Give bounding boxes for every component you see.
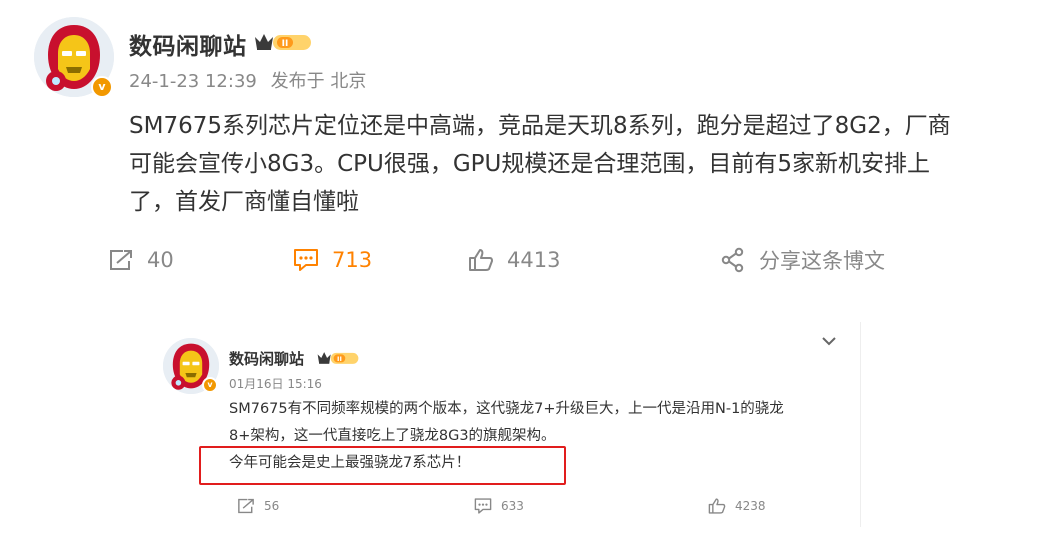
embedded-repost-count: 56 bbox=[264, 499, 280, 513]
crown-badge-icon[interactable]: II bbox=[316, 350, 360, 366]
repost-icon bbox=[238, 498, 254, 514]
post-line: SM7675系列芯片定位还是中高端，竞品是天玑8系列，跑分是超过了8G2，厂商 bbox=[129, 113, 951, 139]
post-meta: 24-1-23 12:39 发布于 北京 bbox=[129, 67, 374, 93]
embedded-like-count: 4238 bbox=[735, 499, 766, 513]
repost-count: 40 bbox=[147, 248, 174, 272]
verified-icon: v bbox=[202, 377, 218, 393]
embedded-line: SM7675有不同频率规模的两个版本，这代骁龙7+升级巨大，上一代是沿用N-1的… bbox=[229, 401, 784, 417]
post-line: 了，首发厂商懂自懂啦 bbox=[129, 189, 359, 215]
repost-button[interactable]: 40 bbox=[107, 244, 174, 276]
embedded-timestamp[interactable]: 01月16日 15:16 bbox=[229, 377, 322, 391]
crown-badge-icon[interactable]: II bbox=[253, 31, 313, 53]
highlight-annotation-box bbox=[199, 446, 566, 485]
share-label: 分享这条博文 bbox=[759, 249, 885, 273]
verified-icon: v bbox=[91, 76, 113, 98]
embedded-comment-button[interactable]: 633 bbox=[473, 495, 524, 517]
comment-count: 713 bbox=[332, 248, 373, 272]
like-icon bbox=[708, 498, 726, 514]
embedded-username[interactable]: 数码闲聊站 bbox=[229, 348, 304, 369]
comment-button[interactable]: 713 bbox=[292, 244, 372, 276]
like-button[interactable]: 4413 bbox=[467, 244, 560, 276]
embedded-comment-count: 633 bbox=[501, 499, 524, 513]
like-count: 4413 bbox=[507, 248, 561, 272]
comment-icon bbox=[474, 498, 492, 514]
timestamp[interactable]: 24-1-23 12:39 bbox=[129, 71, 257, 92]
share-icon bbox=[721, 247, 744, 273]
comment-icon bbox=[294, 249, 318, 271]
username[interactable]: 数码闲聊站 bbox=[129, 27, 247, 61]
badge-level-text: II bbox=[282, 39, 289, 49]
embedded-meta: 01月16日 15:16 bbox=[229, 375, 328, 392]
like-icon bbox=[469, 249, 493, 271]
embedded-like-button[interactable]: 4238 bbox=[707, 495, 766, 517]
share-button[interactable]: 分享这条博文 bbox=[719, 244, 885, 276]
post-source: 发布于 北京 bbox=[270, 71, 367, 92]
chevron-down-icon[interactable] bbox=[820, 334, 838, 348]
badge-level-text: II bbox=[337, 355, 342, 363]
post-line: 可能会宣传小8G3。CPU很强，GPU规模还是合理范围，目前有5家新机安排上 bbox=[129, 151, 931, 177]
embedded-repost-button[interactable]: 56 bbox=[236, 495, 279, 517]
post-body: SM7675系列芯片定位还是中高端，竞品是天玑8系列，跑分是超过了8G2，厂商 … bbox=[129, 107, 979, 221]
repost-icon bbox=[110, 250, 132, 270]
